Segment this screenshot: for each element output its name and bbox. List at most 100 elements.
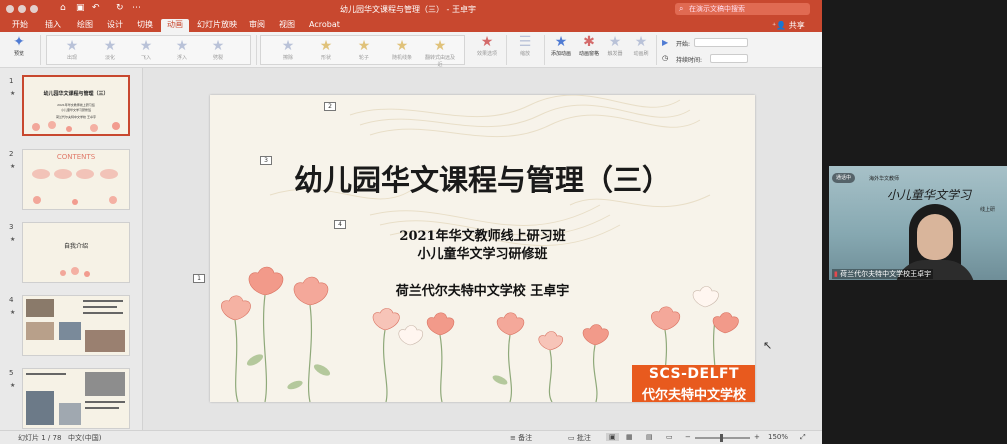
effect-fly-in[interactable]: ★ 飞入	[131, 38, 161, 61]
star-icon: ★	[211, 38, 225, 54]
participant-name: ▮ 荷兰代尔夫特中文学校王卓宇	[832, 269, 934, 279]
effect-wipe[interactable]: ★ 擦除	[273, 38, 303, 61]
tab-review[interactable]: 审阅	[249, 20, 265, 30]
effect-label: 淡化	[104, 55, 115, 61]
slide-thumbnail-4[interactable]	[22, 295, 130, 356]
home-icon[interactable]: ⌂	[60, 3, 66, 13]
thumb-number: 4	[9, 296, 14, 304]
thumb-flowers	[32, 121, 120, 132]
slide-sorter-button[interactable]: ▦	[626, 433, 633, 441]
effect-label: 劈裂	[212, 55, 223, 61]
trigger-label: 触发器	[607, 51, 623, 57]
slideshow-button[interactable]: ▭	[666, 433, 673, 441]
slide-thumbnail-3[interactable]: 自我介绍	[22, 222, 130, 283]
ribbon-separator	[506, 35, 507, 65]
maximize-window-button[interactable]	[30, 5, 38, 13]
save-icon[interactable]: ▣	[76, 3, 85, 13]
animation-star-icon: ★	[10, 309, 16, 316]
ribbon-separator	[40, 35, 41, 65]
share-button[interactable]: ⁺👤 共享	[772, 20, 805, 31]
normal-view-button[interactable]: ▣	[606, 433, 619, 441]
star-icon: ★	[103, 38, 117, 54]
tab-animations[interactable]: 动画	[161, 19, 189, 32]
zoom-slider-knob[interactable]	[720, 434, 723, 442]
add-animation-button[interactable]: ★ 添加动画	[546, 34, 576, 57]
powerpoint-window: ⌂ ▣ ↶ ↻ ⋯ 幼儿园华文课程与管理（三） - 王卓宇 ⌕ 在演示文稿中搜索…	[0, 0, 822, 444]
undo-icon[interactable]: ↶	[92, 3, 100, 13]
star-icon: ★	[433, 38, 447, 54]
zoom-out-button[interactable]: −	[685, 433, 691, 441]
add-animation-label: 添加动画	[550, 51, 571, 57]
animation-order-tag[interactable]: 2	[324, 102, 336, 111]
tab-draw[interactable]: 绘图	[77, 20, 93, 30]
slide-thumbnail-1[interactable]: 幼儿园华文课程与管理（三） 2021年华文教师线上研习班 小儿童华文学习研修班 …	[22, 75, 130, 136]
current-slide[interactable]: 幼儿园华文课程与管理（三） 2021年华文教师线上研习班 小儿童华文学习研修班 …	[210, 95, 755, 402]
effect-options-label: 效果选项	[476, 51, 497, 57]
notes-button[interactable]: ≡ 备注	[510, 433, 532, 443]
redo-icon[interactable]: ↻	[116, 3, 124, 13]
effect-label: 轮子	[358, 55, 369, 61]
thumb-line: 2021年华文教师线上研习班	[57, 103, 95, 107]
ribbon-separator	[656, 35, 657, 65]
tab-insert[interactable]: 插入	[45, 20, 61, 30]
reorder-button[interactable]: ☰ 缩放	[510, 34, 540, 57]
video-call-tile[interactable]: 海外华文教师 小儿童华文学习 线上研 通话中 ▮ 荷兰代尔夫特中文学校王卓宇	[829, 166, 1007, 280]
thumb-title: 自我介绍	[63, 243, 88, 250]
slide-thumbnail-2[interactable]: CONTENTS	[22, 149, 130, 210]
grid-icon: ▦	[626, 433, 633, 441]
comments-button[interactable]: ▭ 批注	[568, 433, 591, 443]
tab-transitions[interactable]: 切换	[137, 20, 153, 30]
slide-subtitle-2[interactable]: 小儿童华文学习研修班	[210, 243, 755, 262]
more-icon[interactable]: ⋯	[132, 3, 141, 13]
reading-view-button[interactable]: ▤	[646, 433, 653, 441]
animation-painter-button[interactable]: ★ 动画刷	[626, 34, 656, 57]
animation-order-tag[interactable]: 3	[260, 156, 272, 165]
star-icon: ★	[554, 34, 568, 50]
notes-icon: ≡	[510, 434, 516, 442]
effect-options-button[interactable]: ★ 效果选项	[472, 34, 502, 57]
tab-acrobat[interactable]: Acrobat	[309, 20, 340, 30]
slide-editing-canvas: 幼儿园华文课程与管理（三） 2021年华文教师线上研习班 小儿童华文学习研修班 …	[143, 68, 822, 430]
language-indicator[interactable]: 中文(中国)	[68, 433, 101, 443]
fit-slide-icon[interactable]: ⤢	[800, 433, 806, 442]
effect-appear[interactable]: ★ 出现	[57, 38, 87, 61]
slide-thumbnail-panel: 1 ★ 幼儿园华文课程与管理（三） 2021年华文教师线上研习班 小儿童华文学习…	[0, 68, 143, 430]
tab-home[interactable]: 开始	[12, 20, 28, 30]
duration-label: 持续时间:	[676, 57, 703, 64]
tab-slideshow[interactable]: 幻灯片放映	[197, 20, 237, 30]
animation-order-tag[interactable]: 4	[334, 220, 346, 229]
effect-split[interactable]: ★ 劈裂	[203, 38, 233, 61]
notes-label: 备注	[518, 434, 533, 442]
ribbon-tabs: 开始 插入 绘图 设计 切换 动画 幻灯片放映 审阅 视图 Acrobat	[0, 18, 822, 32]
preview-button[interactable]: ✦ 预览	[4, 34, 34, 57]
animation-star-icon: ★	[10, 163, 16, 170]
duration-field[interactable]	[710, 54, 748, 63]
slide-thumbnail-5[interactable]	[22, 368, 130, 429]
animation-order-tag[interactable]: 1	[193, 274, 205, 283]
effect-grow-turn[interactable]: ★ 翻转式由远及近	[425, 38, 455, 68]
zoom-level[interactable]: 150%	[768, 433, 788, 441]
effect-float-in[interactable]: ★ 浮入	[167, 38, 197, 61]
effect-random-bars[interactable]: ★ 随机线条	[387, 38, 417, 61]
slide-school-name[interactable]: 荷兰代尔夫特中文学校 王卓宇	[210, 280, 755, 299]
effect-shape[interactable]: ★ 形状	[311, 38, 341, 61]
search-input[interactable]: ⌕ 在演示文稿中搜索	[675, 3, 810, 15]
thumb-number: 1	[9, 77, 14, 85]
close-window-button[interactable]	[6, 5, 14, 13]
status-bar: 幻灯片 1 / 78 中文(中国) ≡ 备注 ▭ 批注 ▣ ▦ ▤ ▭ − + …	[0, 430, 822, 444]
preview-star-icon: ✦	[13, 34, 25, 50]
star-icon: ★	[175, 38, 189, 54]
effect-wheel[interactable]: ★ 轮子	[349, 38, 379, 61]
zoom-in-button[interactable]: +	[754, 433, 760, 441]
slide-title[interactable]: 幼儿园华文课程与管理（三）	[210, 157, 755, 199]
thumb-number: 2	[9, 150, 14, 158]
search-icon: ⌕	[679, 4, 684, 13]
minimize-window-button[interactable]	[18, 5, 26, 13]
tab-design[interactable]: 设计	[107, 20, 123, 30]
tab-view[interactable]: 视图	[279, 20, 295, 30]
start-select[interactable]	[694, 38, 748, 47]
participant-name-text: 荷兰代尔夫特中文学校王卓宇	[840, 270, 932, 278]
thumb-line: 小儿童华文学习研修班	[60, 108, 91, 112]
slide-subtitle-1[interactable]: 2021年华文教师线上研习班	[210, 225, 755, 244]
effect-fade[interactable]: ★ 淡化	[95, 38, 125, 61]
